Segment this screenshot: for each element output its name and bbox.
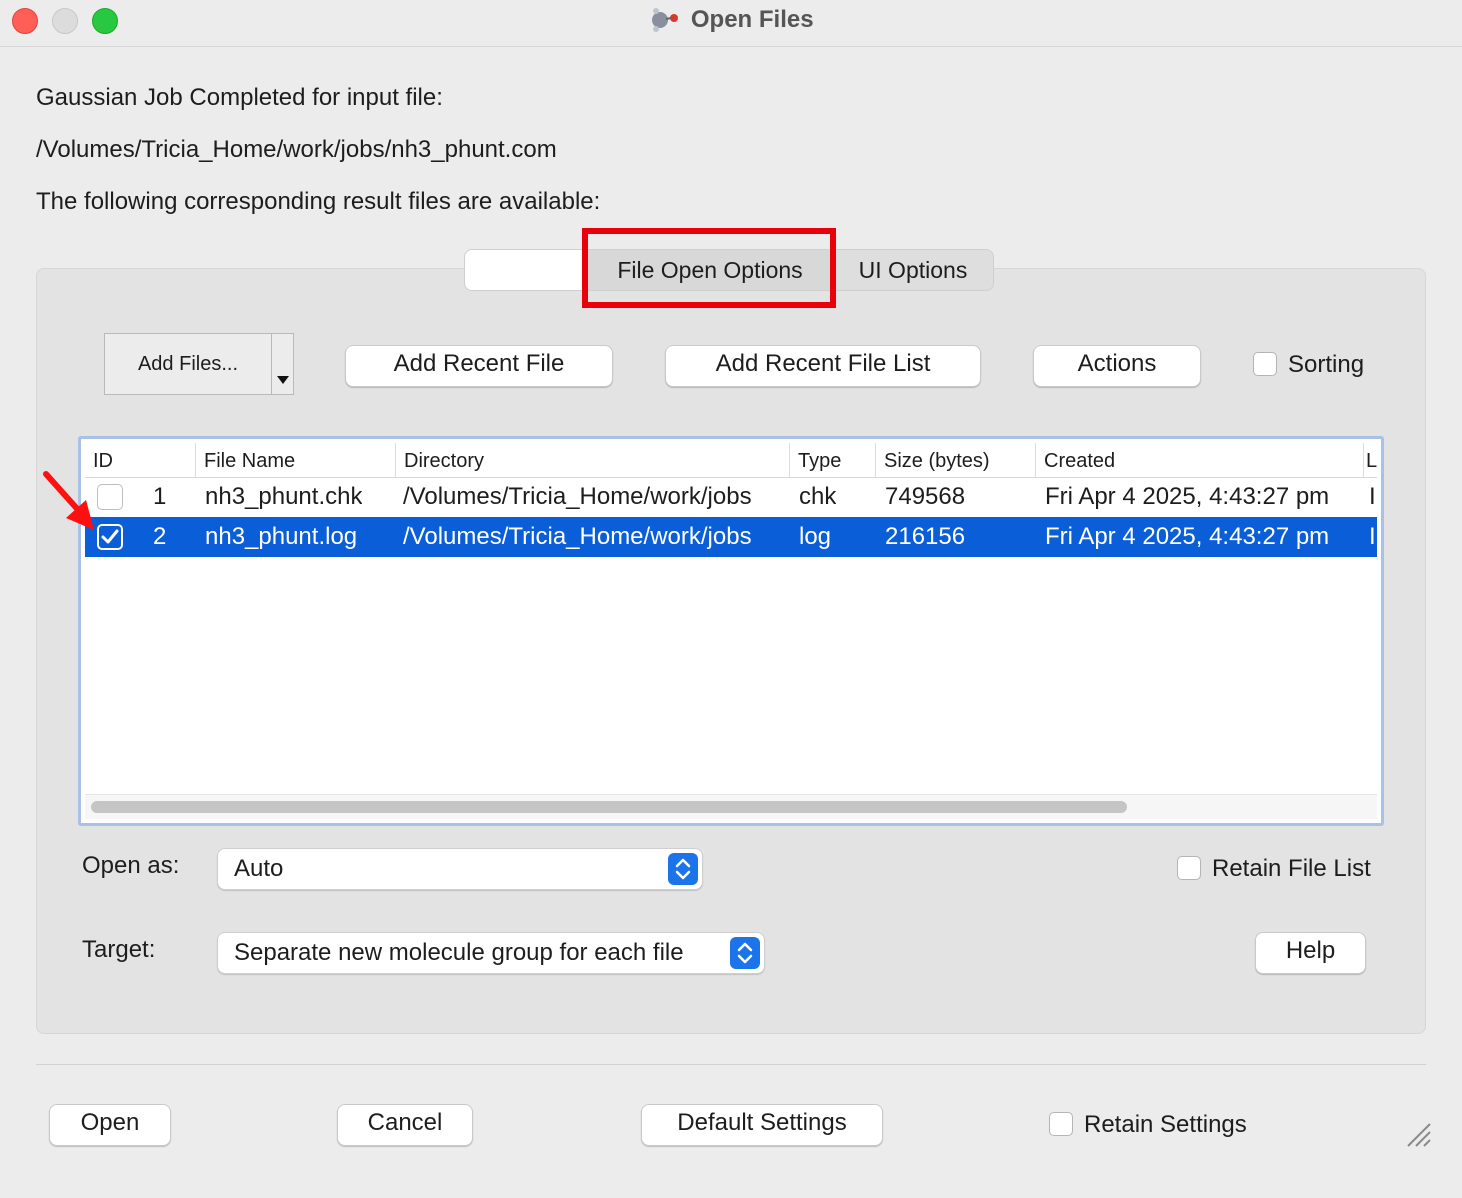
tab-blank[interactable] bbox=[464, 249, 588, 291]
add-files-button[interactable]: Add Files... bbox=[104, 333, 294, 395]
cell-created: Fri Apr 4 2025, 4:43:27 pm bbox=[1045, 483, 1330, 510]
cell-id: 1 bbox=[153, 483, 167, 510]
column-header-directory[interactable]: Directory bbox=[395, 443, 789, 477]
cell-truncated: I bbox=[1369, 523, 1376, 550]
cell-type: log bbox=[799, 523, 832, 550]
horizontal-scrollbar[interactable] bbox=[85, 794, 1377, 819]
open-button[interactable]: Open bbox=[49, 1104, 171, 1146]
sorting-checkbox[interactable] bbox=[1253, 352, 1277, 376]
add-files-label: Add Files... bbox=[137, 353, 239, 375]
help-button[interactable]: Help bbox=[1255, 932, 1366, 974]
retain-file-list-checkbox[interactable] bbox=[1177, 856, 1201, 880]
add-files-separator bbox=[271, 334, 272, 394]
scrollbar-thumb[interactable] bbox=[91, 801, 1127, 813]
job-completed-text: Gaussian Job Completed for input file: bbox=[36, 84, 443, 111]
stepper-icon bbox=[668, 853, 698, 885]
cancel-button[interactable]: Cancel bbox=[337, 1104, 473, 1146]
open-as-value: Auto bbox=[234, 855, 284, 882]
retain-settings-label: Retain Settings bbox=[1084, 1111, 1247, 1138]
table-row[interactable]: 2 nh3_phunt.log /Volumes/Tricia_Home/wor… bbox=[85, 517, 1377, 557]
target-label: Target: bbox=[82, 936, 156, 963]
input-file-path: /Volumes/Tricia_Home/work/jobs/nh3_phunt… bbox=[36, 136, 557, 163]
retain-settings-checkbox[interactable] bbox=[1049, 1112, 1073, 1136]
footer-divider bbox=[36, 1064, 1426, 1065]
dropdown-arrow-icon[interactable] bbox=[277, 376, 289, 384]
cell-size: 216156 bbox=[885, 523, 966, 550]
cell-file-name: nh3_phunt.log bbox=[205, 523, 358, 550]
molecule-icon bbox=[648, 6, 682, 34]
target-value: Separate new molecule group for each fil… bbox=[234, 939, 684, 966]
tab-ui-options[interactable]: UI Options bbox=[832, 249, 994, 291]
column-header-type[interactable]: Type bbox=[789, 443, 875, 477]
column-header-created[interactable]: Created bbox=[1035, 443, 1363, 477]
checkmark-icon bbox=[101, 529, 119, 544]
actions-button[interactable]: Actions bbox=[1033, 345, 1201, 387]
annotation-arrow-icon bbox=[43, 471, 94, 530]
stepper-icon bbox=[730, 937, 760, 969]
window-title-group: Open Files bbox=[0, 6, 1462, 34]
table-row[interactable]: 1 nh3_phunt.chk /Volumes/Tricia_Home/wor… bbox=[85, 477, 1377, 517]
cell-id: 2 bbox=[153, 523, 167, 550]
column-header-size[interactable]: Size (bytes) bbox=[875, 443, 1035, 477]
target-select[interactable]: Separate new molecule group for each fil… bbox=[217, 932, 765, 974]
open-as-select[interactable]: Auto bbox=[217, 848, 703, 890]
window-title: Open Files bbox=[690, 6, 814, 33]
column-header-id[interactable]: ID bbox=[85, 443, 195, 477]
cell-directory: /Volumes/Tricia_Home/work/jobs bbox=[403, 483, 752, 510]
files-table: ID File Name Directory Type Size (bytes)… bbox=[78, 436, 1384, 826]
sorting-label: Sorting bbox=[1288, 351, 1365, 378]
row-checkbox[interactable] bbox=[97, 524, 123, 550]
column-header-truncated[interactable]: L bbox=[1363, 443, 1377, 477]
result-files-text: The following corresponding result files… bbox=[36, 188, 601, 215]
cell-directory: /Volumes/Tricia_Home/work/jobs bbox=[403, 523, 752, 550]
cell-size: 749568 bbox=[885, 483, 966, 510]
open-as-label: Open as: bbox=[82, 852, 180, 879]
cell-type: chk bbox=[799, 483, 837, 510]
table-header: ID File Name Directory Type Size (bytes)… bbox=[85, 443, 1377, 478]
add-recent-file-list-button[interactable]: Add Recent File List bbox=[665, 345, 981, 387]
resize-grip-icon[interactable] bbox=[1404, 1120, 1432, 1148]
cell-truncated: I bbox=[1369, 483, 1376, 510]
title-bar: Open Files bbox=[0, 0, 1462, 47]
retain-file-list-label: Retain File List bbox=[1212, 855, 1371, 882]
cell-file-name: nh3_phunt.chk bbox=[205, 483, 363, 510]
cell-created: Fri Apr 4 2025, 4:43:27 pm bbox=[1045, 523, 1330, 550]
tab-file-open-options[interactable]: File Open Options bbox=[586, 249, 834, 291]
column-header-file-name[interactable]: File Name bbox=[195, 443, 395, 477]
add-recent-file-button[interactable]: Add Recent File bbox=[345, 345, 613, 387]
default-settings-button[interactable]: Default Settings bbox=[641, 1104, 883, 1146]
row-checkbox[interactable] bbox=[97, 484, 123, 510]
